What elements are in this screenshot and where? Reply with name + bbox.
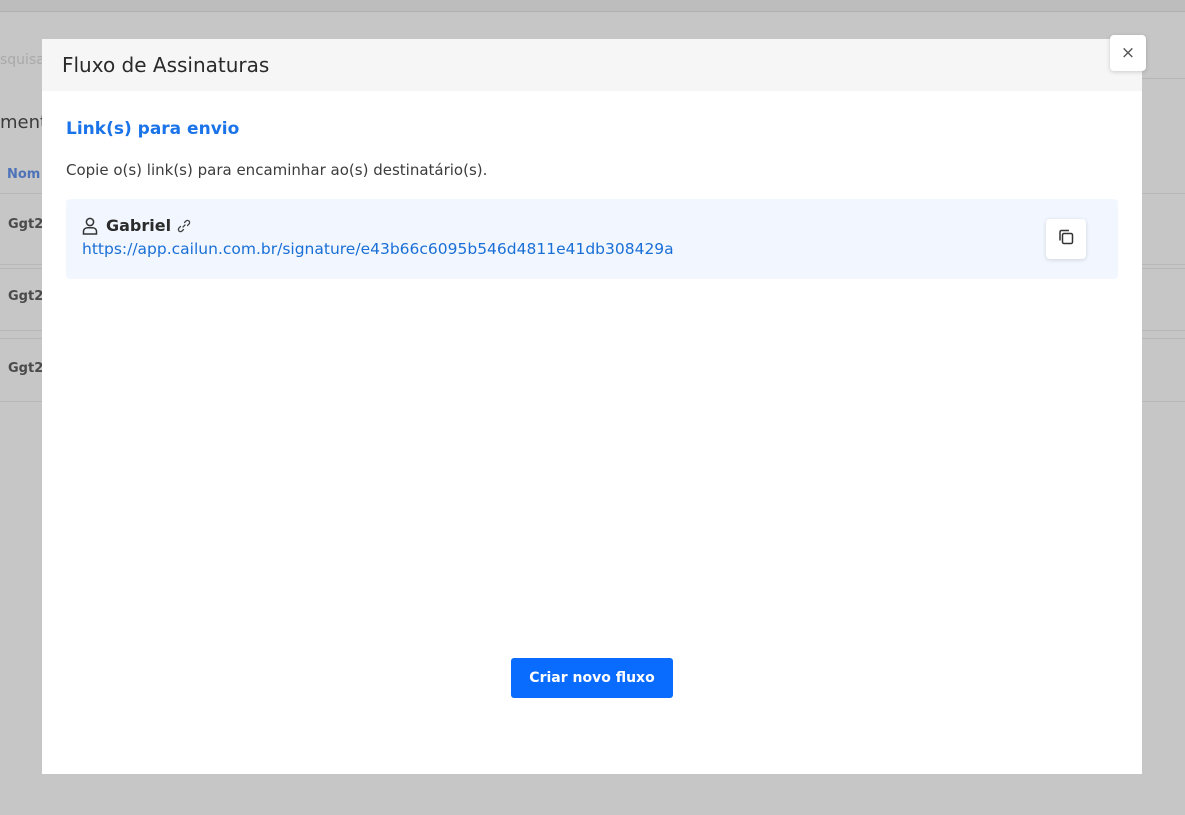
signer-row: Gabriel [82, 216, 191, 235]
modal-header: Fluxo de Assinaturas [42, 39, 1142, 91]
background-divider [1142, 78, 1185, 79]
background-topbar [0, 0, 1185, 12]
signature-flow-modal: Fluxo de Assinaturas Link(s) para envio … [42, 39, 1142, 774]
background-column-header: Nom [7, 167, 41, 182]
section-title: Link(s) para envio [66, 119, 240, 139]
signer-name: Gabriel [106, 216, 172, 235]
close-modal-button[interactable]: × [1110, 35, 1146, 71]
background-heading: mento [0, 112, 45, 133]
user-icon [82, 217, 98, 235]
signer-signature-link[interactable]: https://app.cailun.com.br/signature/e43b… [82, 240, 674, 258]
signer-link-card: Gabriel https://app.cailun.com.br/signat… [66, 199, 1118, 279]
link-icon [177, 219, 191, 233]
background-row-text: Ggt2 [8, 289, 42, 304]
background-row-text: Ggt2 [8, 217, 42, 232]
copy-link-button[interactable] [1046, 219, 1086, 259]
background-row-text: Ggt2 [8, 361, 42, 376]
copy-icon [1057, 228, 1075, 250]
close-icon: × [1120, 43, 1136, 63]
section-description: Copie o(s) link(s) para encaminhar ao(s)… [66, 161, 488, 179]
modal-title: Fluxo de Assinaturas [62, 53, 270, 77]
create-new-flow-button[interactable]: Criar novo fluxo [511, 658, 673, 698]
